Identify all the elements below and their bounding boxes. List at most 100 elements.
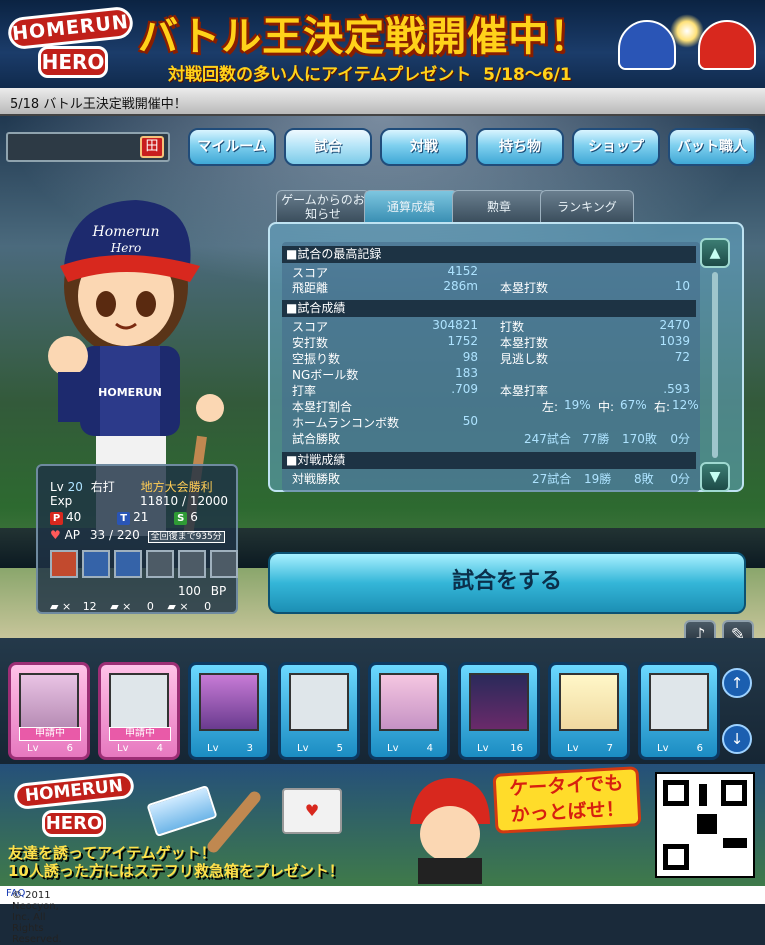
nav-game[interactable]: 試合 xyxy=(284,128,372,166)
times-sign: × xyxy=(122,600,132,613)
friend-lv-label: Lv xyxy=(657,743,669,754)
sound-effect-icon[interactable]: ✎ xyxy=(722,620,754,638)
stat-value: 183 xyxy=(455,366,478,380)
svg-text:Homerun: Homerun xyxy=(92,224,160,240)
nav-battle[interactable]: 対戦 xyxy=(380,128,468,166)
friend-card[interactable]: Lv 5 xyxy=(278,662,360,760)
logo-text-top: HOMERUN xyxy=(6,5,135,51)
logo-text-bottom: HERO xyxy=(42,810,106,837)
friend-card[interactable]: 申請中 Lv 4 xyxy=(98,662,180,760)
banner-line2: 10人誘った方にはステフリ救急箱をプレゼント！ xyxy=(8,862,344,880)
friend-level: 6 xyxy=(66,743,73,754)
friend-scroll-up-icon[interactable]: ↑ xyxy=(722,668,752,698)
friend-lv-label: Lv xyxy=(567,743,579,754)
equip-empty-slot[interactable] xyxy=(178,550,206,578)
stat-value: 10 xyxy=(674,279,690,293)
nav-myroom[interactable]: マイルーム xyxy=(188,128,276,166)
power-value: 40 xyxy=(66,510,82,524)
tab-career-stats[interactable]: 通算成績 xyxy=(364,190,458,222)
logo-text-top: HOMERUN xyxy=(12,771,136,811)
friend-level: 3 xyxy=(246,743,253,754)
game-area: 田 マイルーム 試合 対戦 持ち物 ショップ バット職人 Homerun Her… xyxy=(0,116,765,638)
stat-label: 本塁打数 xyxy=(500,281,549,295)
invite-friends-banner[interactable]: HOMERUN HERO ♥ 友達を誘ってアイテムゲット！ 10人誘った方にはス… xyxy=(0,764,765,886)
bp-label: BP xyxy=(210,584,227,598)
friend-card[interactable]: Lv 3 xyxy=(188,662,270,760)
qr-code-image xyxy=(655,772,755,878)
friend-cards: 申請中 Lv 6 申請中 Lv 4 Lv 3 Lv 5 Lv 4 Lv 16 L… xyxy=(0,638,765,764)
banner-dates: 5/18〜6/1 xyxy=(483,65,572,85)
friend-card[interactable]: 申請中 Lv 6 xyxy=(8,662,90,760)
friend-card[interactable]: Lv 16 xyxy=(458,662,540,760)
nav-items[interactable]: 持ち物 xyxy=(476,128,564,166)
stat-label: 見逃し数 xyxy=(500,352,549,366)
friend-avatar xyxy=(469,673,529,731)
stats-scrollbar[interactable]: ▲ ▼ xyxy=(700,238,730,494)
friend-card[interactable]: Lv 7 xyxy=(548,662,630,760)
friend-lv-label: Lv xyxy=(117,743,129,754)
scroll-up-icon[interactable]: ▲ xyxy=(700,238,730,268)
stat-row: スコア 304821 打数 2470 xyxy=(292,318,690,334)
friend-lv-label: Lv xyxy=(477,743,489,754)
friend-avatar xyxy=(289,673,349,731)
stat-label: スコア xyxy=(292,320,329,334)
center-value: 67% xyxy=(620,398,647,412)
profile-button[interactable]: 田 xyxy=(140,136,164,158)
exp-label: Exp xyxy=(50,494,73,508)
left-label: 左: xyxy=(542,400,559,414)
equip-empty-slot[interactable] xyxy=(210,550,238,578)
nav-shop[interactable]: ショップ xyxy=(572,128,660,166)
friend-card[interactable]: Lv 6 xyxy=(638,662,720,760)
stat-row: 試合勝敗 247試合 77勝 170敗 0分 xyxy=(292,430,690,446)
friend-avatar xyxy=(19,673,79,731)
friend-level: 7 xyxy=(606,743,613,754)
right-label: 右: xyxy=(654,400,671,414)
stat-value: 4152 xyxy=(447,264,478,278)
tab-medals[interactable]: 勲章 xyxy=(452,190,546,222)
scroll-track[interactable] xyxy=(712,272,718,458)
stat-label: 打率 xyxy=(292,384,317,398)
wins-value: 77勝 xyxy=(582,432,610,446)
times-sign: × xyxy=(61,600,72,613)
ticket3-icon: ▰ xyxy=(167,600,176,613)
equip-helmet-slot[interactable] xyxy=(82,550,110,578)
exp-value: 11810 / 12000 xyxy=(139,494,228,508)
blue-helmet-icon xyxy=(618,20,676,70)
music-note-icon[interactable]: ♪ xyxy=(684,620,716,638)
top-banner[interactable]: HOMERUN HERO バトル王決定戦開催中！ 対戦回数の多い人にアイテムプレ… xyxy=(0,0,765,88)
technique-value: 21 xyxy=(133,510,149,524)
stat-label: 打数 xyxy=(500,320,525,334)
stat-label: ホームランコンボ数 xyxy=(292,416,400,430)
start-game-button[interactable]: 試合をする xyxy=(268,552,746,614)
copyright-text: © 2011 Neocyon, Inc. All Rights Reserved… xyxy=(12,890,62,945)
battle-losses-value: 8敗 xyxy=(634,472,654,486)
equip-uniform-slot[interactable] xyxy=(114,550,142,578)
scroll-down-icon[interactable]: ▼ xyxy=(700,462,730,492)
battle-games-value: 27試合 xyxy=(532,472,572,486)
mobile-promo-badge: ケータイでも かっとばせ！ xyxy=(492,766,642,834)
banner-subtitle: 対戦回数の多い人にアイテムプレゼント 5/18〜6/1 xyxy=(168,65,572,85)
section-best-record: ■試合の最高記録 xyxy=(282,246,696,263)
draws-value: 0分 xyxy=(670,432,690,446)
friend-avatar xyxy=(379,673,439,731)
times-sign: × xyxy=(179,600,189,613)
equip-empty-slot[interactable] xyxy=(146,550,174,578)
friend-card[interactable]: Lv 4 xyxy=(368,662,450,760)
stats-list[interactable]: ■試合の最高記録 スコア 4152 飛距離 286m 本塁打数 10 ■試合成績… xyxy=(282,242,700,492)
tab-ranking[interactable]: ランキング xyxy=(540,190,634,222)
equip-bat-slot[interactable] xyxy=(50,550,78,578)
batting-side: 右打 xyxy=(90,480,115,494)
banner-characters-image xyxy=(614,8,764,86)
request-status: 申請中 xyxy=(19,727,81,741)
news-ticker[interactable]: 5/18 バトル王決定戦開催中！ xyxy=(0,88,765,116)
footer: © 2011 Neocyon, Inc. All Rights Reserved… xyxy=(0,886,765,945)
nav-bat-craftsman[interactable]: バット職人 xyxy=(668,128,756,166)
tab-game-notice[interactable]: ゲームからのお知らせ xyxy=(276,190,370,222)
stat-row: 空振り数 98 見逃し数 72 xyxy=(292,350,690,366)
league-rank: 地方大会勝利 xyxy=(140,480,213,494)
friend-level: 6 xyxy=(696,743,703,754)
stat-row: 安打数 1752 本塁打数 1039 xyxy=(292,334,690,350)
stat-value: 72 xyxy=(674,350,690,364)
svg-text:Hero: Hero xyxy=(110,241,142,255)
friend-scroll-down-icon[interactable]: ↓ xyxy=(722,724,752,754)
